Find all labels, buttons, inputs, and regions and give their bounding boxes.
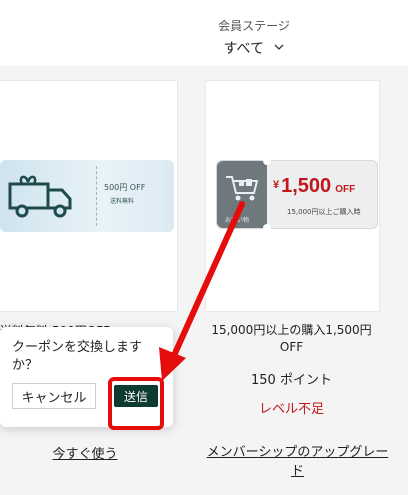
ticket-notch — [263, 224, 271, 232]
truck-gift-icon — [8, 175, 72, 218]
cancel-button[interactable]: キャンセル — [12, 383, 96, 409]
ticket-condition: 15,000円以上ご購入時 — [287, 208, 361, 216]
upgrade-membership-link[interactable]: メンバーシップのアップグレード — [205, 443, 390, 481]
top-filter-bar: 会員ステージ すべて — [0, 0, 408, 67]
ticket-stub-text: お買い物 — [225, 217, 250, 224]
ticket-label: 送料無料 — [110, 198, 135, 205]
ticket-amount: 500円 OFF — [104, 183, 146, 192]
highlight-box — [108, 377, 164, 430]
chevron-down-icon — [274, 44, 284, 50]
ticket-stub: お買い物 — [217, 157, 271, 232]
coupon-ticket-shipping: 500円 OFF 送料無料 — [0, 160, 174, 232]
exchange-question: クーポンを交換しますか？ — [12, 340, 143, 373]
use-now-link[interactable]: 今すぐ使う — [40, 443, 130, 462]
ticket-off-label: OFF — [335, 184, 356, 195]
yen-symbol: ¥ — [273, 179, 280, 191]
ticket-divider — [96, 166, 98, 226]
status-insufficient-level: レベル不足 — [258, 402, 324, 417]
ticket-amount: ¥1,500 OFF — [273, 175, 355, 198]
member-stage-value: すべて — [223, 41, 264, 57]
points-cost: 150 ポイント — [251, 373, 332, 388]
ticket-notch — [263, 157, 271, 165]
ticket-amount-value: 1,500 — [281, 175, 332, 197]
member-stage-label: 会員ステージ — [218, 19, 290, 33]
coupon-ticket-1500-off: お買い物 ¥1,500 OFF 15,000円以上ご購入時 — [216, 157, 378, 232]
member-stage-dropdown[interactable]: すべて — [204, 38, 304, 58]
coupon-title-1500-off: 15,000円以上の購入1,500円OFF — [211, 323, 372, 354]
shopping-cart-icon — [226, 176, 259, 201]
